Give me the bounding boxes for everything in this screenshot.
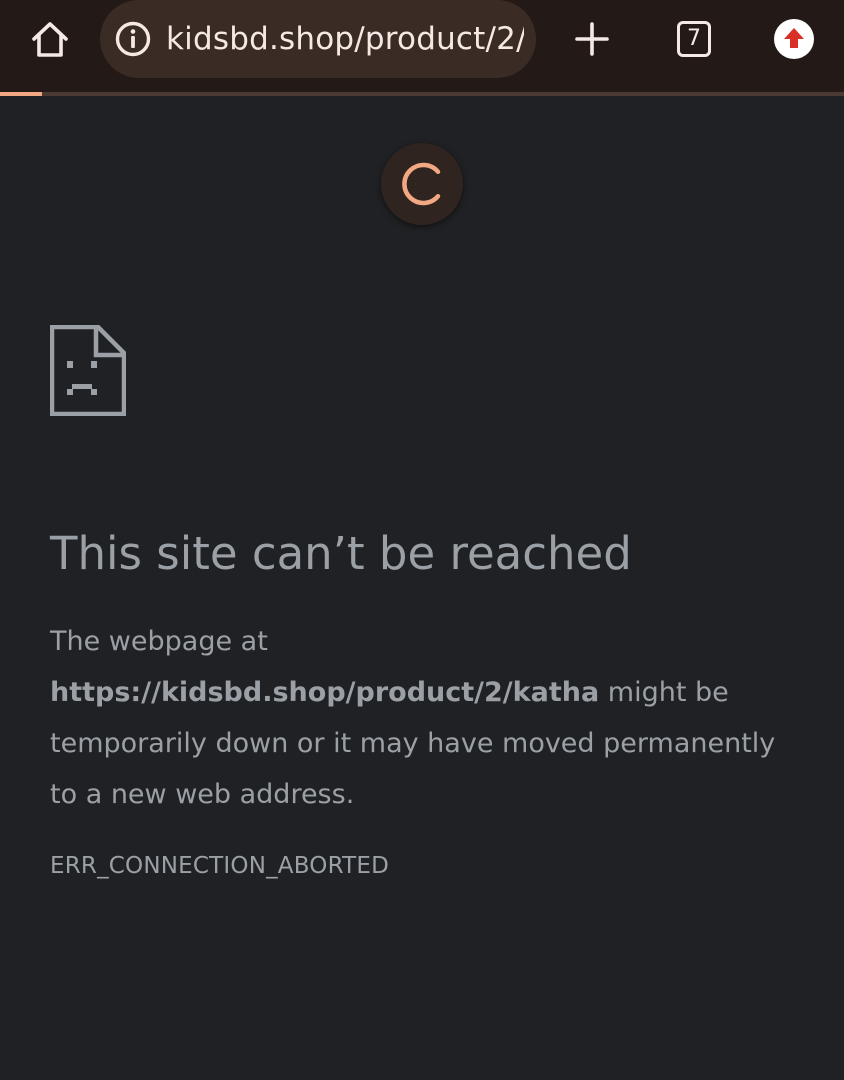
url-text[interactable]: kidsbd.shop/product/2/katha: [166, 0, 524, 78]
tab-switcher-icon: 7: [677, 21, 711, 57]
error-title: This site can’t be reached: [50, 527, 632, 580]
failed-url: https://kidsbd.shop/product/2/katha: [50, 677, 600, 708]
page-load-progress: [0, 92, 844, 96]
refresh-spinner: [381, 143, 463, 225]
new-tab-button[interactable]: [568, 14, 616, 64]
plus-icon: [575, 22, 609, 56]
error-code: ERR_CONNECTION_ABORTED: [50, 853, 390, 879]
info-icon[interactable]: [114, 20, 152, 58]
update-arrow-icon: [774, 19, 814, 59]
home-icon: [32, 22, 68, 57]
error-description: The webpage at https://kidsbd.shop/produ…: [50, 616, 810, 820]
error-body-prefix: The webpage at: [50, 626, 268, 657]
progress-fill: [0, 92, 43, 96]
sad-document-icon: [50, 325, 126, 416]
address-bar[interactable]: kidsbd.shop/product/2/katha: [100, 0, 536, 78]
tab-switcher-button[interactable]: 7: [674, 18, 714, 58]
refresh-spinner-icon: [402, 162, 441, 206]
browser-toolbar: kidsbd.shop/product/2/katha 7: [0, 0, 844, 92]
update-button[interactable]: [772, 17, 816, 61]
home-button[interactable]: [22, 14, 78, 66]
tab-count: 7: [687, 26, 701, 51]
